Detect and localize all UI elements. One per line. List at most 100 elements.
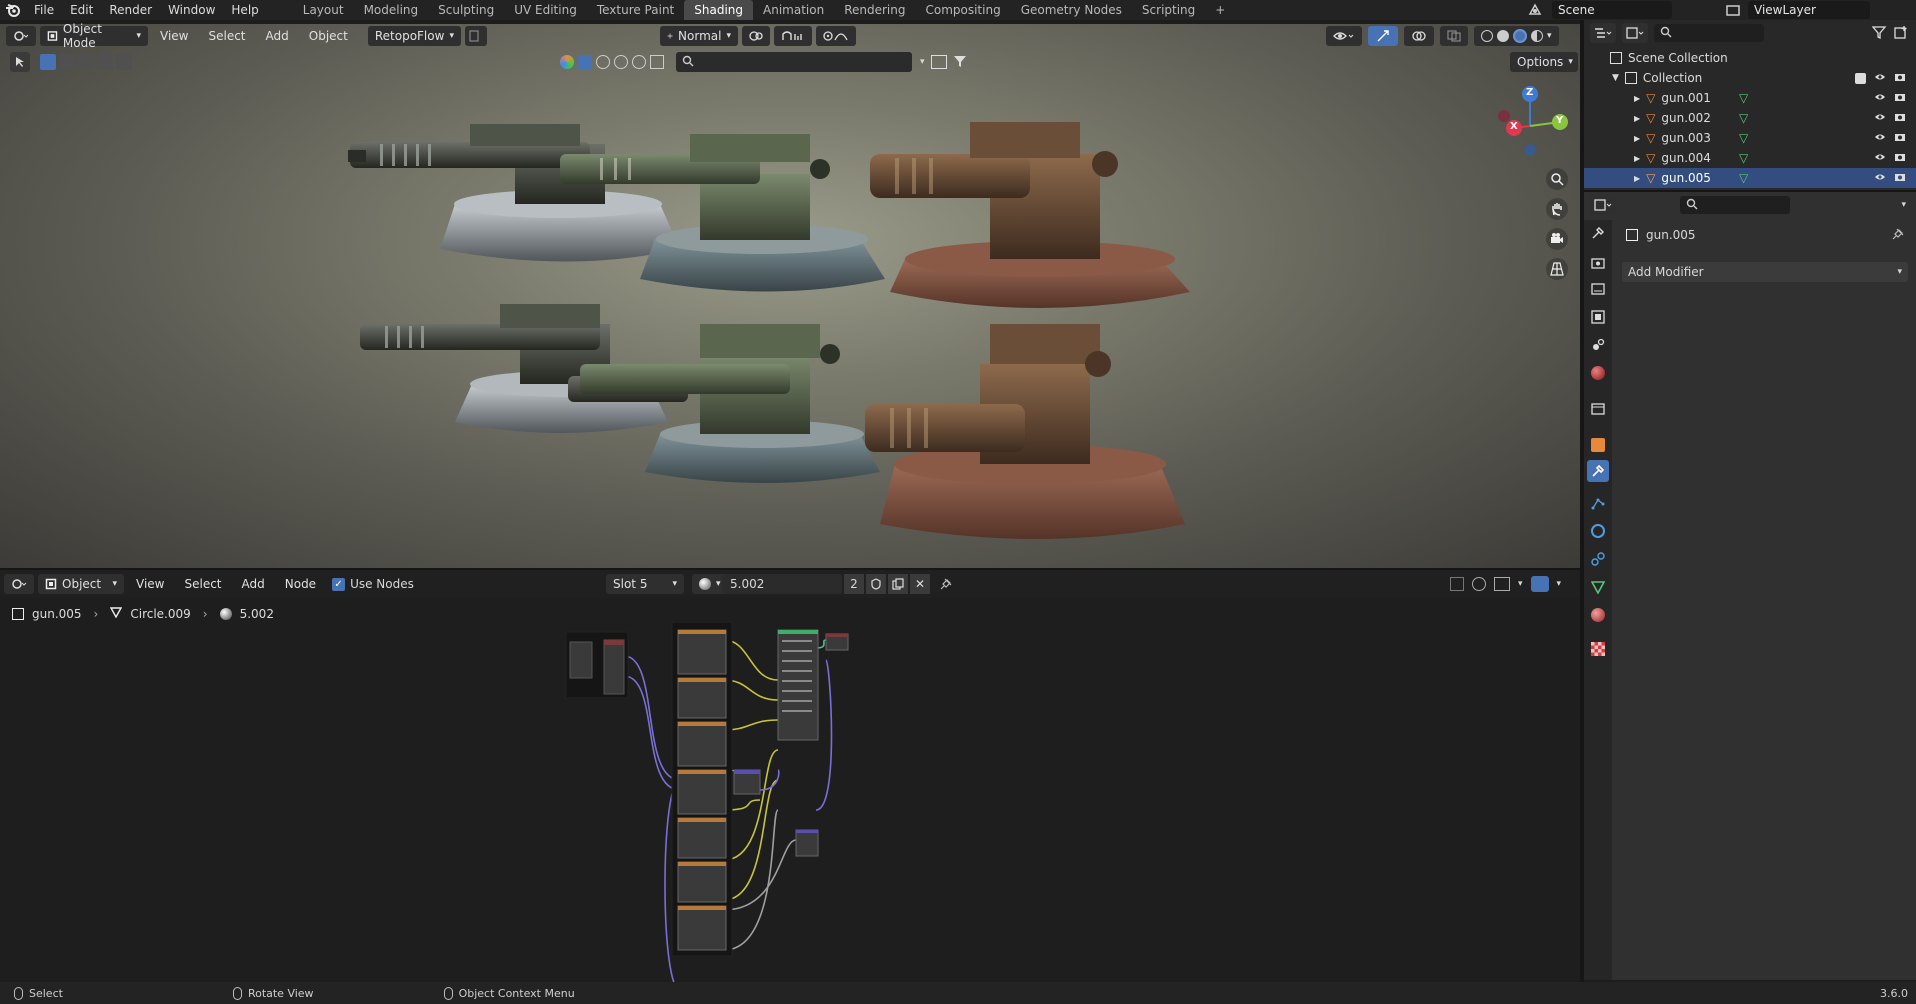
retopoflow-extra-button[interactable] <box>464 26 487 46</box>
blender-logo-icon[interactable] <box>0 0 26 20</box>
render-camera-icon[interactable] <box>1894 171 1906 185</box>
menu-render[interactable]: Render <box>101 0 160 20</box>
eye-icon[interactable] <box>1874 151 1886 165</box>
menu-file[interactable]: File <box>26 0 62 20</box>
node-graph[interactable] <box>0 570 1580 982</box>
view-layer-field[interactable]: ViewLayer <box>1748 1 1870 19</box>
scene-tab-icon[interactable] <box>1591 338 1605 352</box>
shader-node-editor[interactable]: Object ▾ View Select Add Node ✓ Use Node… <box>0 568 1580 982</box>
pivot-point-dropdown[interactable] <box>742 26 770 46</box>
tab-layout[interactable]: Layout <box>293 0 354 20</box>
render-camera-icon[interactable] <box>1894 151 1906 165</box>
particles-tab-icon[interactable] <box>1591 496 1605 510</box>
expand-arrow-icon[interactable]: ▶ <box>1634 154 1640 163</box>
eye-icon[interactable] <box>1874 71 1886 85</box>
tab-animation[interactable]: Animation <box>753 0 834 20</box>
constraints-tab-icon[interactable] <box>1591 552 1605 566</box>
view-layer-tab-icon[interactable] <box>1591 310 1605 324</box>
object-tab-icon[interactable] <box>1591 438 1605 452</box>
light-filter-icon[interactable] <box>614 55 628 69</box>
select-extend-icon[interactable] <box>59 54 75 70</box>
modifier-tab-icon[interactable] <box>1587 460 1609 482</box>
overlays-toggle[interactable] <box>1404 26 1434 46</box>
outliner-item-gun-001[interactable]: ▶ ▽ gun.001 ▽ <box>1584 88 1916 108</box>
outliner-item-gun-005[interactable]: ▶ ▽ gun.005 ▽ <box>1584 168 1916 188</box>
visibility-toggle[interactable] <box>1326 26 1362 46</box>
camera-view-icon[interactable] <box>1546 228 1568 250</box>
object-menu[interactable]: Object <box>301 29 356 43</box>
select-tool-icon[interactable] <box>10 52 30 72</box>
tab-texture-paint[interactable]: Texture Paint <box>587 0 684 20</box>
menu-help[interactable]: Help <box>223 0 266 20</box>
render-camera-icon[interactable] <box>1894 91 1906 105</box>
color-wheel-icon[interactable] <box>560 55 574 69</box>
collection-tab-icon[interactable] <box>1591 402 1605 416</box>
zoom-icon[interactable] <box>1546 168 1568 190</box>
eye-icon[interactable] <box>1874 171 1886 185</box>
tab-modeling[interactable]: Modeling <box>354 0 429 20</box>
output-tab-icon[interactable] <box>1591 282 1605 296</box>
viewport-search-field[interactable] <box>676 52 912 72</box>
eye-icon[interactable] <box>1874 131 1886 145</box>
object-filter-icon[interactable] <box>578 55 592 69</box>
display-mode-button[interactable] <box>1622 23 1648 43</box>
eye-icon[interactable] <box>1874 111 1886 125</box>
outliner-item-gun-002[interactable]: ▶ ▽ gun.002 ▽ <box>1584 108 1916 128</box>
retopoflow-dropdown[interactable]: RetopoFlow ▾ <box>367 26 461 46</box>
chevron-down-icon[interactable]: ▾ <box>1901 200 1906 210</box>
expand-arrow-icon[interactable]: ▼ <box>1612 73 1619 83</box>
select-subtract-icon[interactable] <box>78 54 94 70</box>
expand-arrow-icon[interactable]: ▶ <box>1634 94 1640 103</box>
render-camera-icon[interactable] <box>1894 111 1906 125</box>
material-tab-icon[interactable] <box>1591 608 1605 622</box>
eye-icon[interactable] <box>1874 91 1886 105</box>
viewport-display-options[interactable]: ▾ <box>920 52 967 72</box>
properties-search-input[interactable] <box>1680 196 1790 214</box>
view-layer-icon[interactable] <box>1720 2 1746 18</box>
material-preview-icon[interactable] <box>1513 29 1527 43</box>
outliner-item-gun-003[interactable]: ▶ ▽ gun.003 ▽ <box>1584 128 1916 148</box>
tab-scripting[interactable]: Scripting <box>1132 0 1205 20</box>
expand-arrow-icon[interactable]: ▶ <box>1634 114 1640 123</box>
pan-hand-icon[interactable] <box>1546 198 1568 220</box>
texture-filter-icon[interactable] <box>650 55 664 69</box>
snap-toggle[interactable] <box>774 26 812 46</box>
mesh-data-icon[interactable]: ▽ <box>1739 111 1748 125</box>
editor-type-button[interactable] <box>1590 23 1616 43</box>
checkbox-checked-icon[interactable] <box>1855 72 1866 84</box>
mesh-data-tab-icon[interactable] <box>1590 580 1606 595</box>
tab-compositing[interactable]: Compositing <box>915 0 1010 20</box>
transform-orientation-dropdown[interactable]: Normal ▾ <box>660 26 738 46</box>
sphere-filter-icon[interactable] <box>596 55 610 69</box>
add-modifier-dropdown[interactable]: Add Modifier ▾ <box>1622 262 1908 282</box>
tab-rendering[interactable]: Rendering <box>834 0 915 20</box>
xray-toggle[interactable] <box>1440 26 1468 46</box>
wireframe-shading-icon[interactable] <box>1481 30 1493 42</box>
tab-geometry-nodes[interactable]: Geometry Nodes <box>1011 0 1132 20</box>
mode-dropdown[interactable]: Object Mode ▾ <box>40 22 148 50</box>
shading-mode-group[interactable]: ▾ <box>1474 26 1559 46</box>
mesh-data-icon[interactable]: ▽ <box>1739 91 1748 105</box>
menu-edit[interactable]: Edit <box>62 0 101 20</box>
mesh-data-icon[interactable]: ▽ <box>1739 171 1748 185</box>
editor-type-button[interactable] <box>6 26 36 46</box>
tab-uv-editing[interactable]: UV Editing <box>504 0 587 20</box>
select-menu[interactable]: Select <box>200 29 253 43</box>
tool-tab-icon[interactable] <box>1591 226 1605 240</box>
menu-window[interactable]: Window <box>160 0 223 20</box>
pin-icon[interactable] <box>1892 228 1904 243</box>
outliner-scene-collection[interactable]: Scene Collection <box>1584 48 1916 68</box>
3d-viewport[interactable]: Z Y X <box>0 24 1580 568</box>
editor-type-button[interactable] <box>1590 195 1616 215</box>
proportional-editing-toggle[interactable] <box>816 26 856 46</box>
selection-mode-group[interactable] <box>40 52 132 72</box>
outliner-collection[interactable]: ▼ Collection <box>1584 68 1916 88</box>
tab-sculpting[interactable]: Sculpting <box>428 0 504 20</box>
rendered-shading-icon[interactable] <box>1531 30 1543 42</box>
render-camera-icon[interactable] <box>1894 131 1906 145</box>
tab-shading[interactable]: Shading <box>684 0 753 20</box>
filter-icon[interactable] <box>1871 25 1888 42</box>
world-filter-icon[interactable] <box>632 55 646 69</box>
navigation-gizmo[interactable]: Z Y X <box>1490 80 1570 160</box>
select-intersect-icon[interactable] <box>116 54 132 70</box>
